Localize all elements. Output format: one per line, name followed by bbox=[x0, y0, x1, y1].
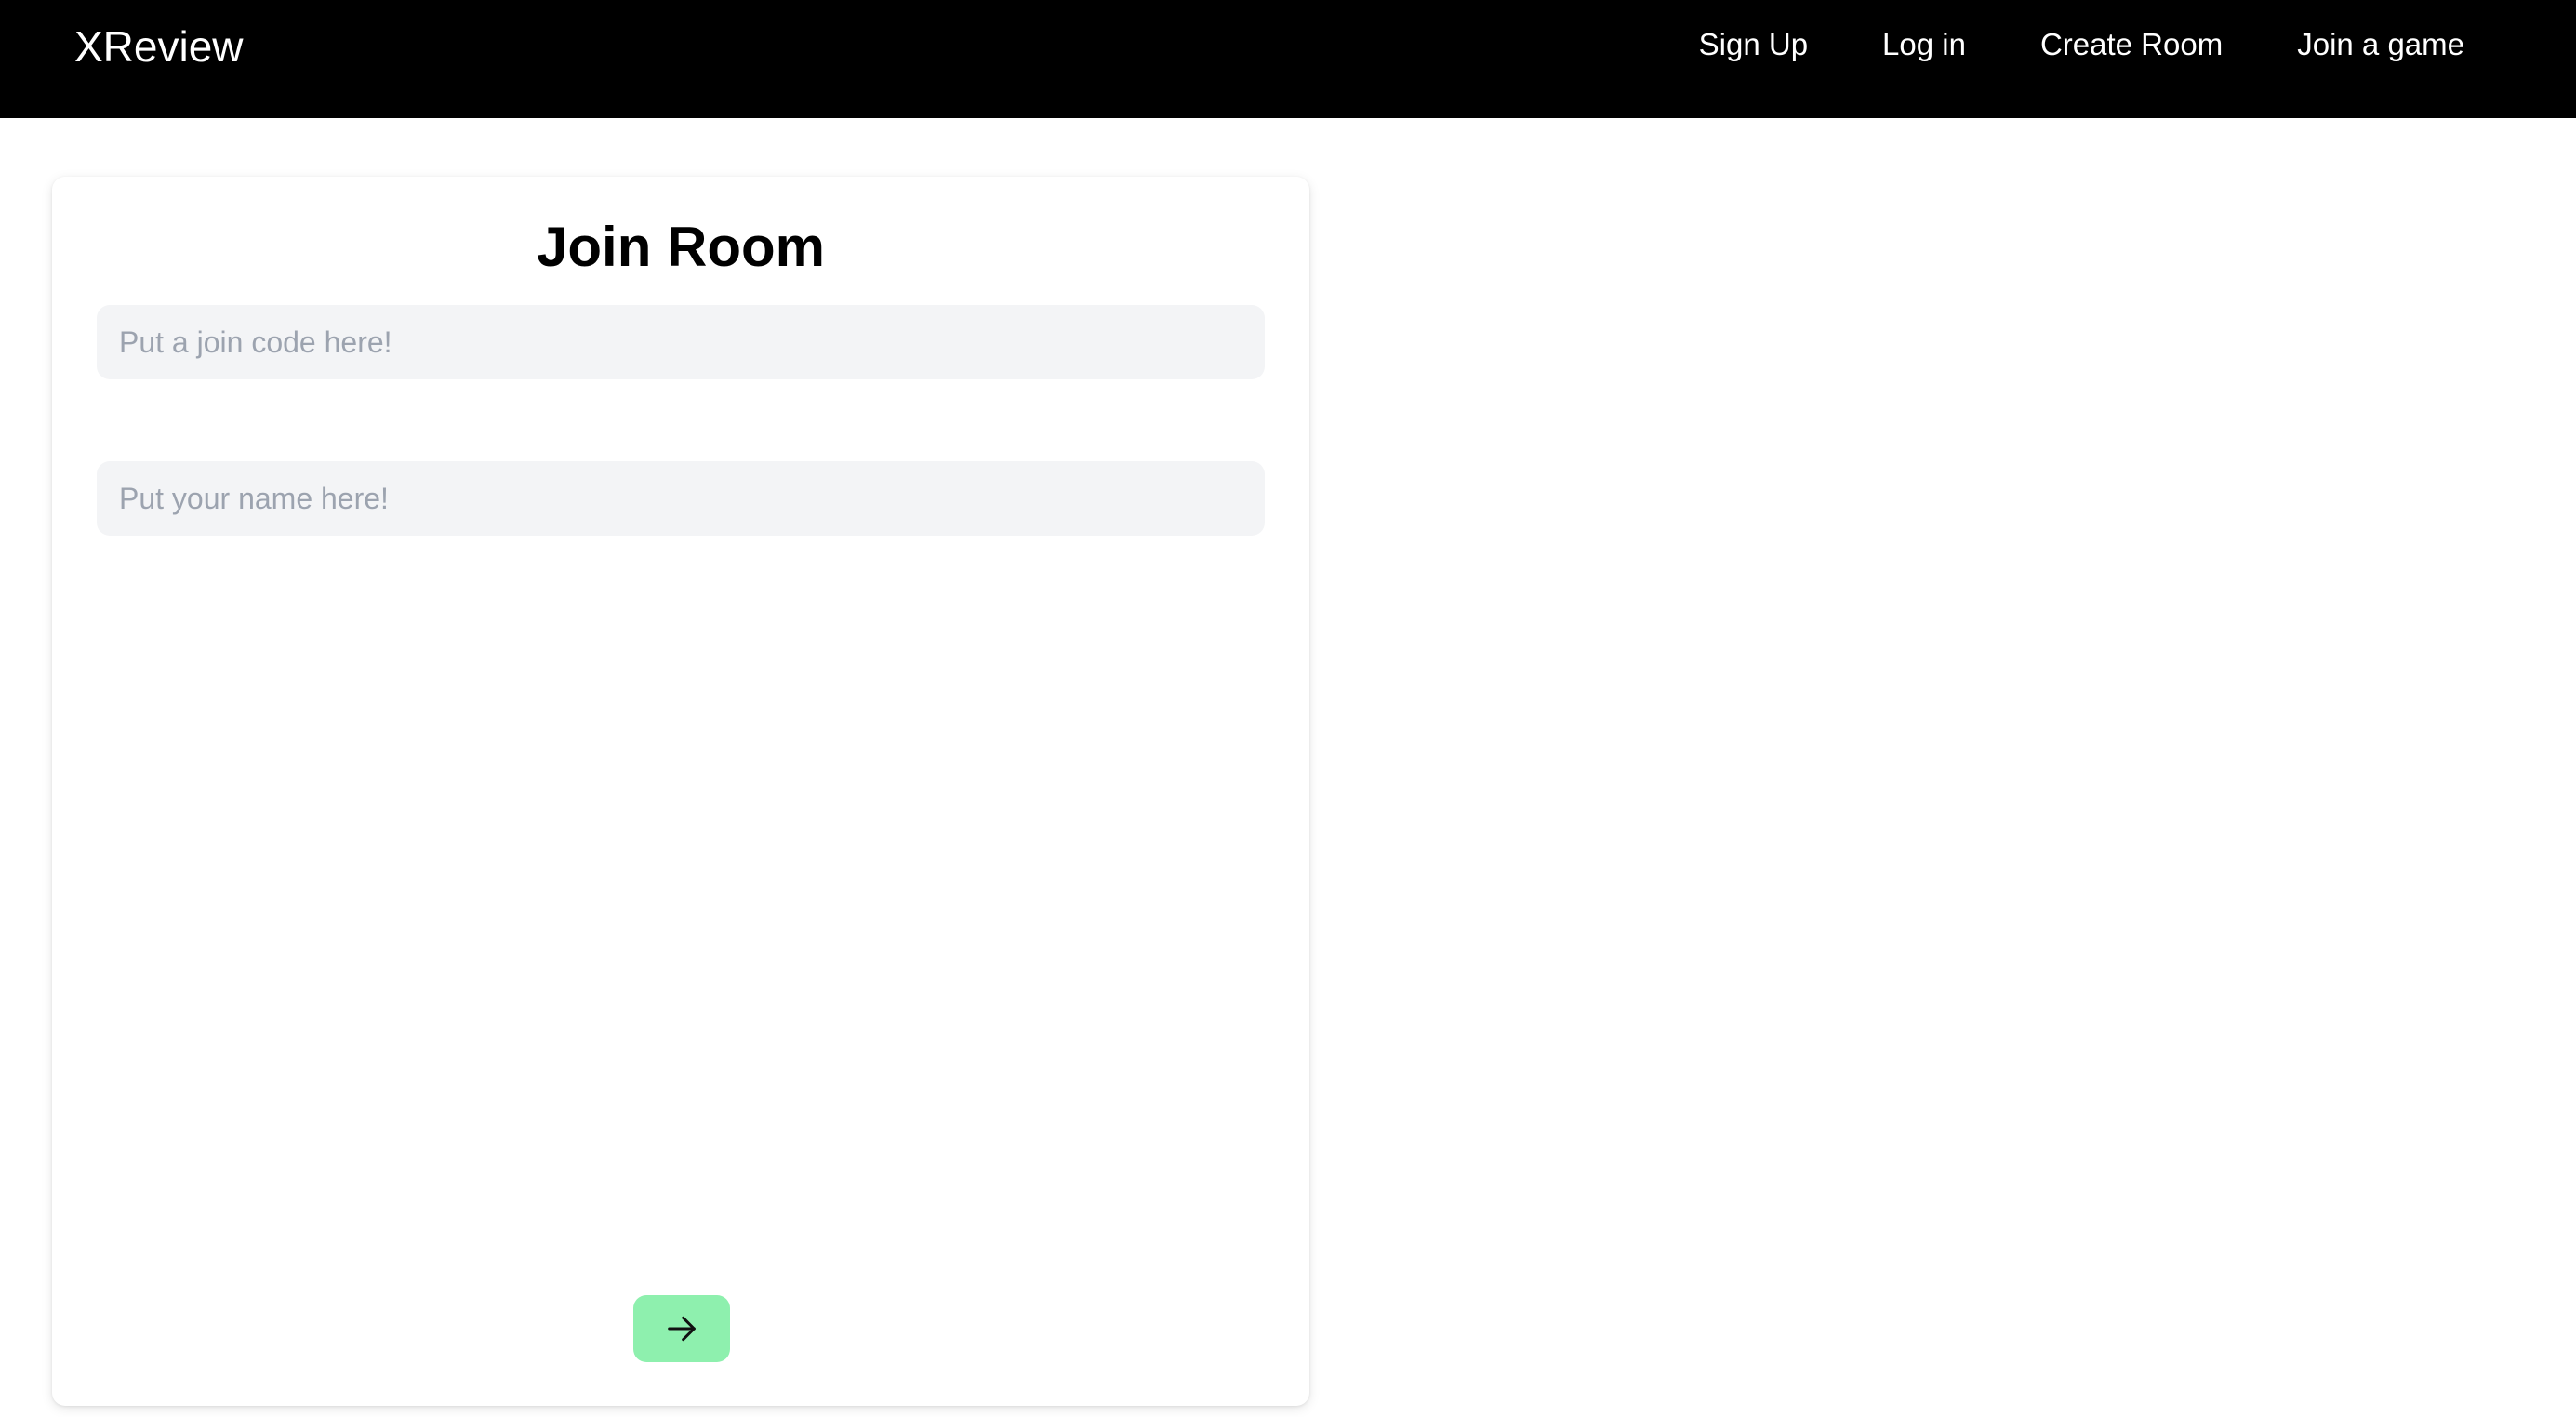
arrow-right-icon bbox=[668, 1316, 696, 1342]
navbar: XReview Sign Up Log in Create Room Join … bbox=[0, 0, 2576, 118]
brand-logo-link[interactable]: XReview bbox=[74, 22, 244, 71]
join-code-input[interactable] bbox=[97, 305, 1265, 379]
nav-create-room[interactable]: Create Room bbox=[2040, 26, 2223, 63]
name-input[interactable] bbox=[97, 461, 1265, 536]
join-room-card: Join Room bbox=[52, 177, 1309, 1406]
page-title: Join Room bbox=[537, 216, 825, 278]
nav-links: Sign Up Log in Create Room Join a game bbox=[1699, 26, 2464, 63]
nav-join-a-game[interactable]: Join a game bbox=[2297, 26, 2464, 63]
nav-log-in[interactable]: Log in bbox=[1882, 26, 1966, 63]
nav-sign-up[interactable]: Sign Up bbox=[1699, 26, 1808, 63]
submit-join-button[interactable] bbox=[633, 1295, 730, 1362]
